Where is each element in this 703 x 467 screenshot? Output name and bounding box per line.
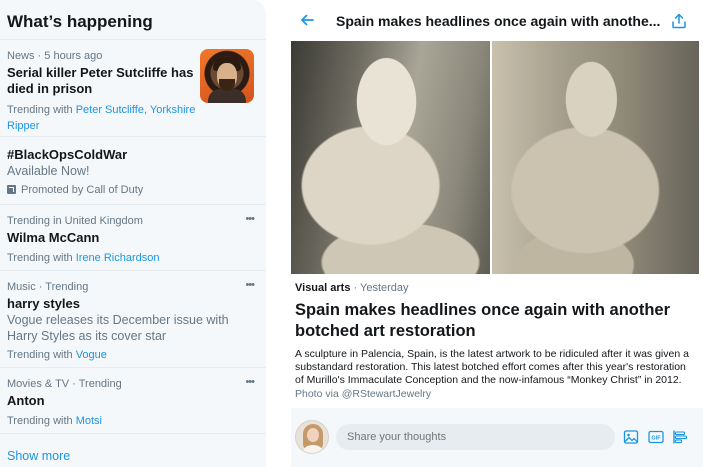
trend-with-prefix: Trending with [7,415,73,427]
article-summary: A sculpture in Palencia, Spain, is the l… [295,348,689,386]
promoted-icon [7,185,16,194]
trend-with-prefix: Trending with [7,104,73,116]
trend-description: Vogue releases its December issue with H… [7,313,229,343]
trend-promoted-label: Promoted by Call of Duty [21,184,144,196]
share-thoughts-input[interactable] [336,424,615,450]
trend-with: Trending with Vogue [7,347,259,363]
more-icon[interactable]: ••• [245,279,255,291]
article-category: Visual arts [295,282,351,294]
share-icon[interactable] [671,13,687,29]
article-body: Visual arts · Yesterday Spain makes head… [295,282,695,400]
trend-promoted-line: Promoted by Call of Duty [7,182,259,198]
trend-item-promoted[interactable]: #BlackOpsColdWar Available Now! Promoted… [0,137,266,205]
avatar[interactable] [295,420,329,454]
trend-name: Anton [7,393,45,408]
trend-meta: News · 5 hours ago [7,50,103,62]
trend-with-links[interactable]: Vogue [76,349,107,361]
trends-header: What’s happening [0,0,266,40]
show-more-link[interactable]: Show more [7,449,70,463]
back-arrow-icon[interactable] [299,12,315,28]
article-category-line: Visual arts · Yesterday [295,282,695,294]
trends-panel: What’s happening News · 5 hours ago Seri… [0,0,266,467]
trend-with-links[interactable]: Irene Richardson [76,252,160,264]
trend-with-prefix: Trending with [7,252,73,264]
sculpture-before-image [291,41,490,274]
trend-item-sutcliffe[interactable]: News · 5 hours ago Serial killer Peter S… [0,40,266,137]
trend-item-wilma[interactable]: Trending in United Kingdom Wilma McCann … [0,205,266,271]
trend-with-links[interactable]: Motsi [76,415,102,427]
trend-with: Trending with Irene Richardson [7,250,259,266]
trend-with: Trending with Peter Sutcliffe, Yorkshire… [7,102,196,134]
svg-text:GIF: GIF [651,436,661,442]
trend-with-prefix: Trending with [7,349,73,361]
article-image[interactable] [291,41,699,274]
article-photo-credit: Photo via @RStewartJewelry [295,388,432,400]
article-title[interactable]: Spain makes headlines once again with an… [295,300,695,342]
article-time: · Yesterday [350,282,409,294]
trend-meta: Movies & TV · Trending [7,378,122,390]
image-icon[interactable] [623,429,639,445]
article-panel: Spain makes headlines once again with an… [291,0,703,467]
sculpture-after-image [492,41,699,274]
trend-with: Trending with Motsi [7,413,259,429]
poll-icon[interactable] [672,429,688,445]
trend-name: harry styles [7,296,80,311]
trend-item-anton[interactable]: Movies & TV · Trending Anton Trending wi… [0,368,266,434]
compose-bar: GIF [291,408,703,467]
article-header-title: Spain makes headlines once again with an… [336,13,661,29]
trends-title: What’s happening [7,12,153,31]
trend-description: Available Now! [7,164,90,178]
article-header: Spain makes headlines once again with an… [291,0,703,41]
trend-meta: Trending in United Kingdom [7,215,143,227]
trend-meta: Music · Trending [7,281,89,293]
more-icon[interactable]: ••• [245,213,255,225]
trend-item-harry-styles[interactable]: Music · Trending harry styles Vogue rele… [0,271,266,368]
trend-name: Serial killer Peter Sutcliffe has died i… [7,65,194,96]
gif-icon[interactable]: GIF [648,429,664,445]
trend-thumbnail[interactable] [200,49,254,103]
trend-name: #BlackOpsColdWar [7,147,128,162]
trend-name: Wilma McCann [7,230,100,245]
root: What’s happening News · 5 hours ago Seri… [0,0,703,467]
more-icon[interactable]: ••• [245,376,255,388]
